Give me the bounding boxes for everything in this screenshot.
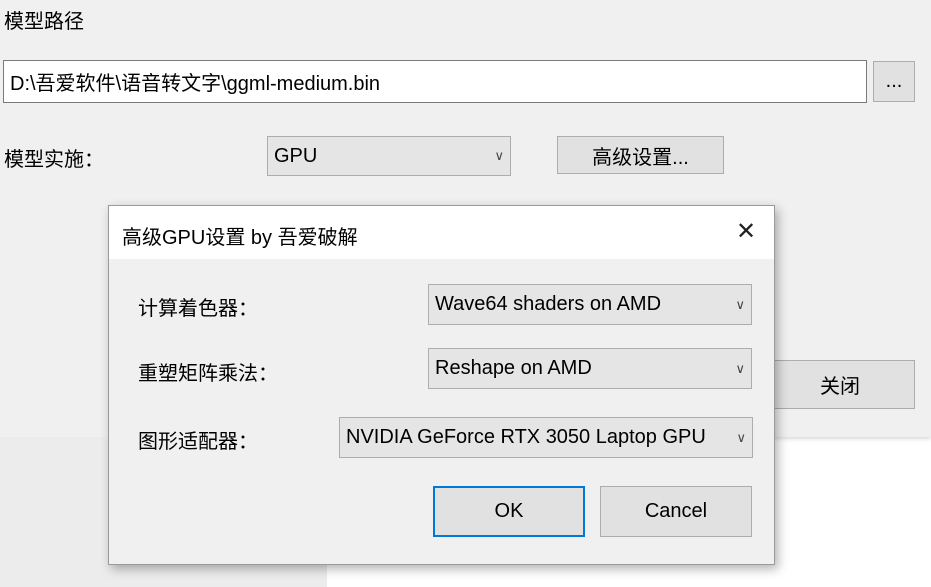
advanced-settings-button[interactable]: 高级设置...	[557, 136, 724, 174]
cancel-button[interactable]: Cancel	[600, 486, 752, 537]
compute-shader-select[interactable]: Wave64 shaders on AMD ∨	[428, 284, 752, 325]
model-path-label: 模型路径	[4, 11, 84, 33]
impl-select[interactable]: GPU ∨	[267, 136, 511, 176]
chevron-down-icon: ∨	[736, 429, 746, 445]
graphics-adapter-select[interactable]: NVIDIA GeForce RTX 3050 Laptop GPU ∨	[339, 417, 753, 458]
ok-button[interactable]: OK	[433, 486, 585, 537]
reshape-matmul-label: 重塑矩阵乘法：	[138, 363, 278, 385]
impl-label: 模型实施：	[4, 149, 104, 171]
impl-select-value: GPU	[274, 144, 318, 167]
graphics-adapter-label: 图形适配器：	[138, 431, 258, 453]
advanced-gpu-dialog: 高级GPU设置 by 吾爱破解 ✕ 计算着色器： Wave64 shaders …	[108, 205, 775, 565]
dialog-title: 高级GPU设置 by 吾爱破解	[122, 227, 358, 249]
chevron-down-icon: ∨	[735, 296, 745, 312]
chevron-down-icon: ∨	[735, 360, 745, 376]
reshape-matmul-value: Reshape on AMD	[435, 357, 592, 379]
compute-shader-label: 计算着色器：	[138, 298, 258, 320]
chevron-down-icon: ∨	[494, 148, 504, 163]
reshape-matmul-select[interactable]: Reshape on AMD ∨	[428, 348, 752, 389]
model-path-input[interactable]: D:\吾爱软件\语音转文字\ggml-medium.bin	[3, 60, 867, 103]
graphics-adapter-value: NVIDIA GeForce RTX 3050 Laptop GPU	[346, 426, 706, 448]
dialog-titlebar: 高级GPU设置 by 吾爱破解 ✕	[109, 206, 774, 259]
compute-shader-value: Wave64 shaders on AMD	[435, 293, 662, 315]
browse-button[interactable]: ...	[873, 61, 915, 102]
close-icon[interactable]: ✕	[731, 217, 761, 247]
